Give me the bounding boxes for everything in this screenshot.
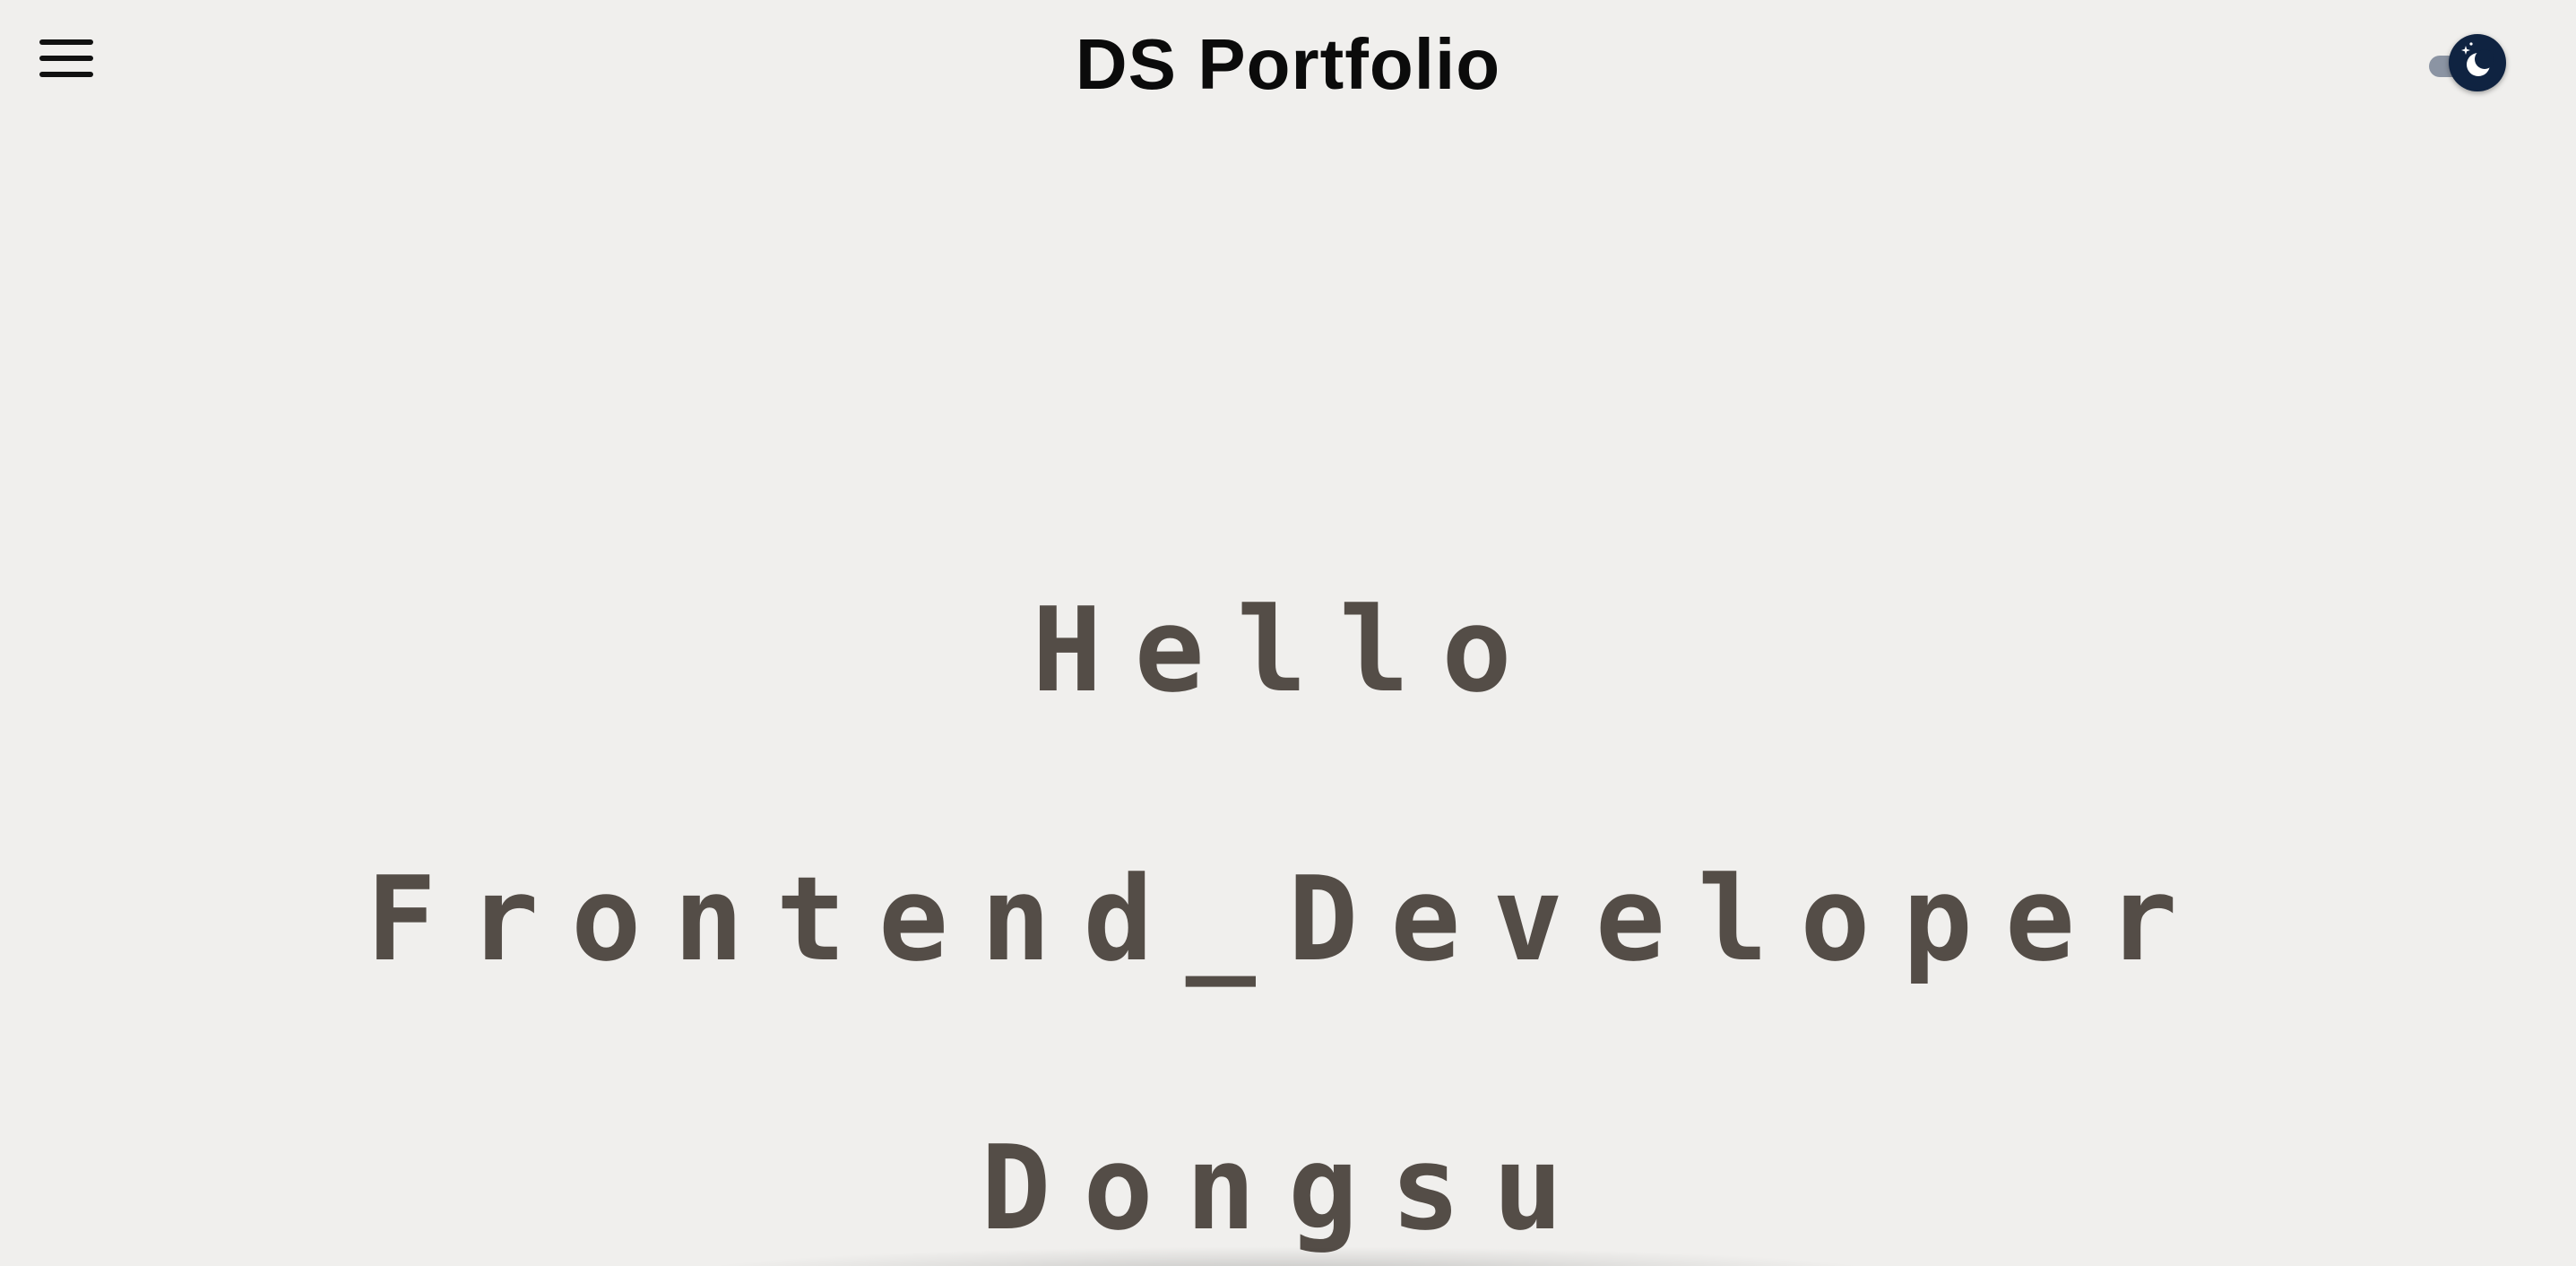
theme-toggle[interactable] bbox=[2427, 32, 2510, 97]
site-header: DS Portfolio bbox=[0, 0, 2576, 134]
hero-greeting: Hello bbox=[1032, 582, 1544, 718]
moon-icon bbox=[2461, 42, 2494, 76]
site-title[interactable]: DS Portfolio bbox=[0, 20, 2576, 109]
toggle-knob bbox=[2449, 34, 2506, 91]
hero-name: Dongsu bbox=[981, 1120, 1595, 1256]
hero-role: Frontend_Developer bbox=[366, 851, 2210, 987]
